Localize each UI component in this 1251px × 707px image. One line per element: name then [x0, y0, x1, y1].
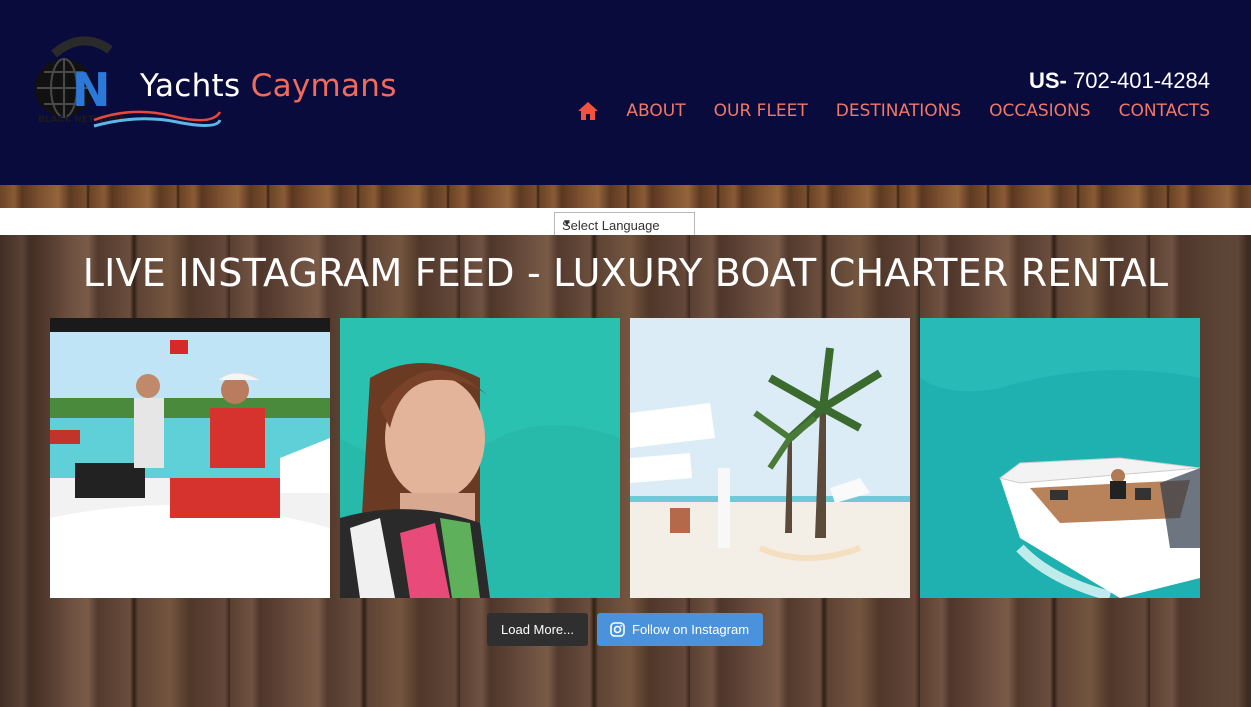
instagram-gallery — [50, 318, 1200, 598]
logo-word-yachts: Yachts — [140, 68, 241, 104]
instagram-feed-section: LIVE INSTAGRAM FEED - LUXURY BOAT CHARTE… — [0, 235, 1251, 707]
nav-item-about[interactable]: ABOUT — [626, 101, 685, 121]
load-more-button[interactable]: Load More... — [487, 613, 588, 646]
phone-prefix: US- — [1028, 68, 1067, 93]
logo-wordmark: Yachts Caymans — [140, 68, 397, 104]
home-icon[interactable] — [577, 101, 599, 121]
site-logo[interactable]: N BLACK NETWORK Yachts Caymans — [32, 36, 422, 128]
nav-item-contacts[interactable]: CONTACTS — [1119, 101, 1210, 121]
wave-icon — [93, 110, 222, 128]
follow-on-instagram-button[interactable]: Follow on Instagram — [597, 613, 763, 646]
nav-item-our-fleet[interactable]: OUR FLEET — [714, 101, 808, 121]
language-select[interactable]: Select Language ▼ — [554, 212, 695, 235]
instagram-icon — [610, 622, 625, 637]
logo-word-caymans: Caymans — [250, 68, 397, 104]
nav-item-occasions[interactable]: OCCASIONS — [989, 101, 1090, 121]
feed-title: LIVE INSTAGRAM FEED - LUXURY BOAT CHARTE… — [82, 251, 1169, 295]
instagram-photo-3[interactable] — [630, 318, 910, 598]
language-bar: Select Language ▼ — [0, 208, 1251, 235]
site-header: N BLACK NETWORK Yachts Caymans US- 702-4… — [0, 0, 1251, 185]
phone-number[interactable]: US- 702-401-4284 — [1029, 68, 1210, 94]
dropdown-arrow-icon: ▼ — [562, 218, 572, 229]
instagram-photo-2[interactable] — [340, 318, 620, 598]
wood-divider — [0, 185, 1251, 208]
follow-button-label: Follow on Instagram — [632, 622, 750, 637]
phone-digits: 702-401-4284 — [1072, 68, 1210, 93]
instagram-photo-1[interactable] — [50, 318, 330, 598]
main-navigation: ABOUT OUR FLEET DESTINATIONS OCCASIONS C… — [577, 101, 1210, 121]
nav-item-destinations[interactable]: DESTINATIONS — [836, 101, 961, 121]
instagram-photo-4[interactable] — [920, 318, 1200, 598]
